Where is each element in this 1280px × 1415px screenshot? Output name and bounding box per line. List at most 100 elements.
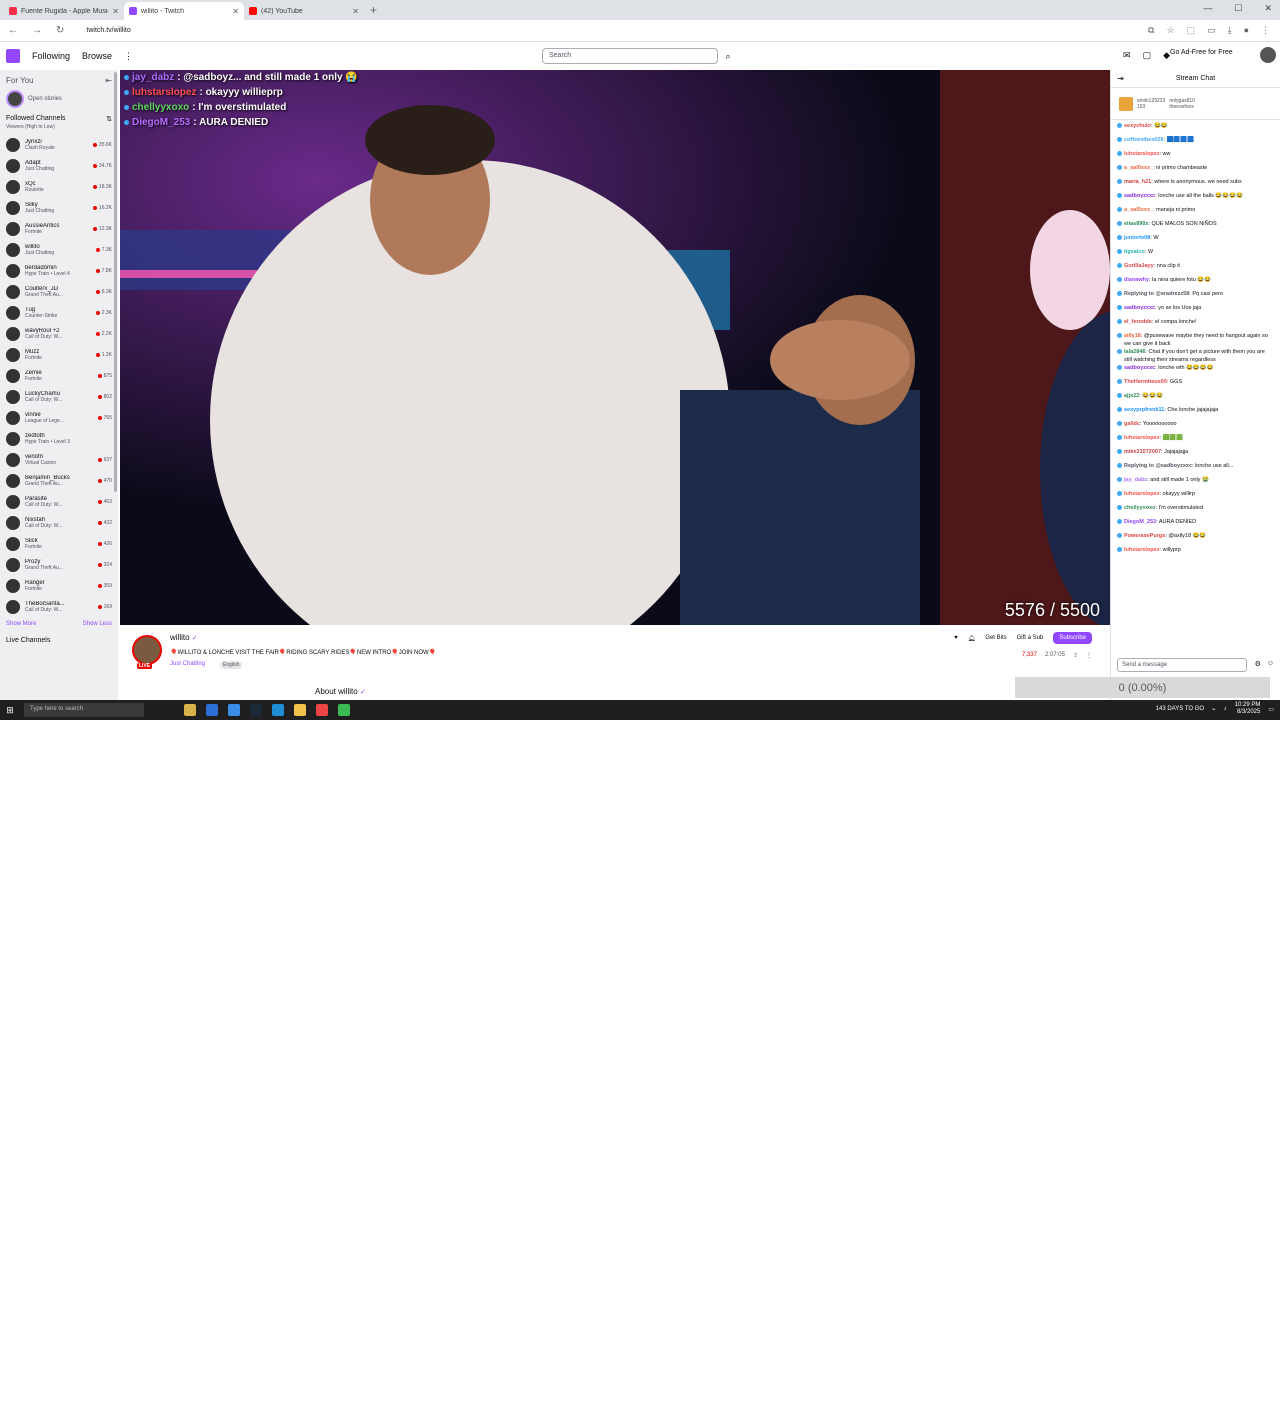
file-explorer-icon[interactable] (294, 704, 306, 716)
close-icon[interactable]: ✕ (232, 7, 239, 16)
chat-message[interactable]: lala2846: Chat if you don't get a pictur… (1117, 348, 1274, 364)
sidebar-channel[interactable]: Nixstah Call of Duty: W... 432 (0, 512, 118, 533)
chat-username[interactable]: chellyyxoxo (1124, 505, 1156, 511)
more-icon[interactable]: ⋮ (124, 51, 133, 62)
user-avatar[interactable] (1260, 47, 1276, 63)
chat-username[interactable]: mike21072007 (1124, 449, 1161, 455)
channel-name-text[interactable]: willito (170, 633, 190, 642)
chat-username[interactable]: luhstarslopez (1124, 151, 1159, 157)
chat-message[interactable]: el_ferodde: el compa lonche! (1117, 318, 1274, 332)
sidebar-channel[interactable]: LuckyChamu Call of Duty: W... 802 (0, 386, 118, 407)
steam-icon[interactable] (250, 704, 262, 716)
chat-username[interactable]: TheHermiteus00 (1124, 379, 1167, 385)
chat-message[interactable]: luhstarslopez: ww (1117, 150, 1274, 164)
collapse-sidebar-icon[interactable]: ⇤ (105, 76, 112, 85)
back-icon[interactable]: ← (8, 25, 18, 36)
chat-username[interactable]: DiegoM_253 (1124, 519, 1156, 525)
chat-username[interactable]: juniortv08 (1124, 235, 1150, 241)
chat-username[interactable]: dianawhy (1124, 277, 1149, 283)
inbox-icon[interactable]: ✉ (1123, 50, 1131, 61)
chat-username[interactable]: Replying to @sradrezz58 (1124, 291, 1189, 297)
language-tag[interactable]: English (220, 661, 243, 669)
chat-message[interactable]: ajjx22: 😂😂😂 (1117, 392, 1274, 406)
chat-username[interactable]: elias890x (1124, 221, 1148, 227)
heart-icon[interactable]: ♥ (954, 635, 958, 641)
widget-icon[interactable] (184, 704, 196, 716)
search-input[interactable]: Search (542, 48, 718, 64)
sidebar-channel[interactable]: Silky Just Chatting 16.2K (0, 197, 118, 218)
network-icon[interactable]: ⌁ (1212, 706, 1216, 713)
chat-message[interactable]: sadboyzxxc: lonche wth 😂😂😂😂 (1117, 364, 1274, 378)
chat-username[interactable]: ailly18 (1124, 333, 1141, 339)
get-bits-button[interactable]: Get Bits (985, 635, 1006, 641)
channel-name[interactable]: willito ✓ (170, 633, 198, 642)
chat-message[interactable]: GorillaJayy: nna clip it (1117, 262, 1274, 276)
sidebar-channel[interactable]: Zemie Fortnite 875 (0, 365, 118, 386)
chat-message[interactable]: DiegoM_253: AURA DENIED (1117, 518, 1274, 532)
bookmark-star-icon[interactable]: ☆ (1166, 25, 1174, 36)
sidebar-scrollbar[interactable] (114, 72, 117, 492)
video-player[interactable]: jay_dabz: @sadboyz... and still made 1 o… (120, 70, 1110, 625)
minimize-icon[interactable]: — (1203, 3, 1212, 14)
chat-username[interactable]: jay_dabz (1124, 477, 1147, 483)
notification-bell-icon[interactable]: 🔔︎ (968, 635, 976, 642)
chat-message[interactable]: Replying to @sradrezz58: Pq casi pero (1117, 290, 1274, 304)
chat-username[interactable]: ajjx22 (1124, 393, 1139, 399)
sidebar-channel[interactable]: Ranger Fortnite 359 (0, 575, 118, 596)
close-window-icon[interactable]: ✕ (1264, 3, 1272, 14)
gift-sub-button[interactable]: Gift a Sub (1017, 635, 1044, 641)
chat-message[interactable]: elias890x: QUE MALOS SON NIÑOS (1117, 220, 1274, 234)
nav-browse[interactable]: Browse (82, 51, 112, 61)
notifications-icon[interactable]: ▭ (1268, 706, 1274, 713)
maximize-icon[interactable]: ☐ (1234, 3, 1242, 14)
extensions-icon[interactable]: ⬚ (1187, 25, 1196, 36)
story-avatar[interactable] (6, 90, 24, 108)
volume-icon[interactable]: ♪ (1224, 706, 1227, 712)
chat-username[interactable]: sexyprpfrenk11 (1124, 407, 1164, 413)
search-icon[interactable]: ⌕ (720, 48, 736, 64)
chat-username[interactable]: sadboyzxxc (1124, 305, 1155, 311)
settings-icon[interactable]: ⚙ (1255, 660, 1261, 668)
taskbar-search[interactable]: Type here to search (24, 703, 144, 717)
chat-message[interactable]: sadboyzxxc: lonche use all the balls 😂😂😂… (1117, 192, 1274, 206)
clock[interactable]: 10:29 PM 8/3/2025 (1235, 702, 1261, 716)
browser-tab-twitch[interactable]: willito - Twitch ✕ (124, 2, 244, 20)
chat-message[interactable]: a_sal0xxx_: ni primo chambeaste (1117, 164, 1274, 178)
collapse-chat-icon[interactable]: ⇥ (1117, 74, 1124, 83)
chat-message[interactable]: Replying to @sadboyzxxc: lonche use all.… (1117, 462, 1274, 476)
chat-username[interactable]: sadboyzxxc (1124, 365, 1155, 371)
chat-message[interactable]: TheHermiteus00: GGS (1117, 378, 1274, 392)
sidebar-channel[interactable]: venofn Virtual Casino 637 (0, 449, 118, 470)
close-icon[interactable]: ✕ (352, 7, 359, 16)
sort-icon[interactable]: ⇅ (106, 115, 112, 123)
windows-start-icon[interactable]: ⊞ (0, 700, 20, 720)
sidebar-channel[interactable]: AussieAntics Fortnite 12.3K (0, 218, 118, 239)
sidebar-channel[interactable]: Slick Fortnite 426 (0, 533, 118, 554)
sidebar-channel[interactable]: Tug Counter-Strike 2.3K (0, 302, 118, 323)
chat-message[interactable]: coffeevibes028: 🟦🟦🟦🟦 (1117, 136, 1274, 150)
new-tab-button[interactable]: + (370, 3, 377, 17)
twitch-logo-icon[interactable] (6, 49, 20, 63)
app-icon[interactable] (338, 704, 350, 716)
chat-message[interactable]: ailly18: @pusewave maybe they need to ha… (1117, 332, 1274, 348)
url-field[interactable]: twitch.tv/willito (86, 27, 130, 34)
chat-username[interactable]: a_sal0xxx_ (1124, 165, 1153, 171)
chat-message[interactable]: sadboyzxxc: yo se los Uos jaja (1117, 304, 1274, 318)
chat-input[interactable]: Send a message (1117, 658, 1247, 672)
chat-username[interactable]: el_ferodde (1124, 319, 1152, 325)
chat-message[interactable]: luhstarslopez: 🟩🟩🟩 (1117, 434, 1274, 448)
browser-tab-apple-music[interactable]: Fuente Rugida - Apple Music ✕ (4, 2, 124, 20)
chat-message[interactable]: dianawhy: la nina quiere fotu 😂😂 (1117, 276, 1274, 290)
sidebar-channel[interactable]: wavyRoul +2 Call of Duty: W... 2.2K (0, 323, 118, 344)
reload-icon[interactable]: ↻ (56, 25, 64, 36)
bits-icon[interactable]: ◆ (1163, 50, 1170, 61)
chat-message[interactable]: itgvalco: W (1117, 248, 1274, 262)
sidebar-channel[interactable]: Parasite Call of Duty: W... 463 (0, 491, 118, 512)
chat-username[interactable]: Replying to @sadboyzxxc (1124, 463, 1192, 469)
menu-icon[interactable]: ⋮ (1261, 25, 1270, 36)
sidebar-channel[interactable]: Benjamin_Bucks Grand Theft Au... 470 (0, 470, 118, 491)
sidebar-channel[interactable]: TheBoiSanta... Call of Duty: W... 169 (0, 596, 118, 617)
chat-message[interactable]: sexychulo: 😂😂 (1117, 122, 1274, 136)
chat-username[interactable]: luhstarslopez (1124, 435, 1159, 441)
nav-following[interactable]: Following (32, 51, 70, 61)
